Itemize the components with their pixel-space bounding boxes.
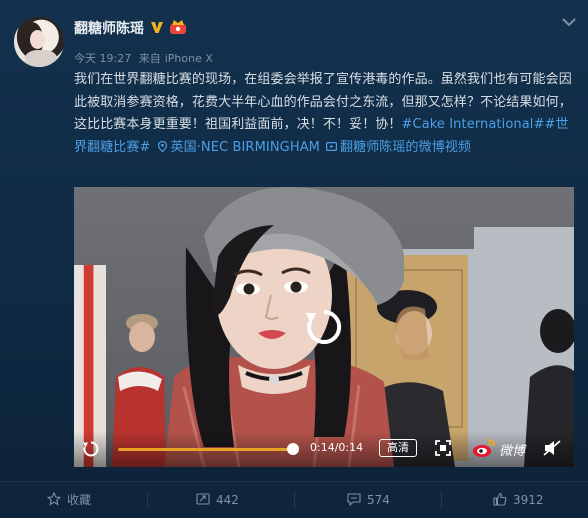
replay-icon[interactable] [303, 306, 345, 348]
quality-button[interactable]: 高清 [379, 439, 417, 457]
post-time[interactable]: 今天 19:27 [74, 52, 131, 65]
progress-bar[interactable] [118, 448, 294, 451]
post-body: 我们在世界翻糖比赛的现场，在组委会举报了宣传港毒的作品。虽然我们也有可能会因此被… [74, 69, 574, 159]
comment-count: 574 [367, 493, 390, 507]
divider [294, 492, 295, 508]
avatar[interactable] [14, 17, 64, 67]
comment-button[interactable]: 574 [347, 482, 390, 518]
action-bar: 收藏 442 574 3912 [0, 481, 588, 518]
video-player[interactable]: 0:14/0:14 高清 微博 [74, 187, 574, 467]
star-icon [46, 491, 62, 506]
divider [441, 492, 442, 508]
repost-button[interactable]: 442 [196, 482, 239, 518]
progress-knob[interactable] [287, 443, 299, 455]
hashtag-cake-international[interactable]: #Cake International# [402, 117, 545, 132]
post-meta: 今天 19:27 来自 iPhone X [74, 50, 217, 66]
video-controls: 0:14/0:14 高清 微博 [74, 431, 574, 467]
video-main-subject [164, 187, 404, 467]
location-pin-icon [157, 140, 167, 152]
divider [147, 492, 148, 508]
video-time: 0:14/0:14 [310, 441, 364, 454]
weibo-post-card: 翻糖师陈瑶 今天 19:27 来自 iPhone X 我们在世界翻糖比赛的现场，在… [0, 0, 588, 518]
repost-icon [196, 493, 210, 505]
post-source[interactable]: iPhone X [165, 52, 213, 65]
avatar-body [25, 50, 57, 67]
favorite-button[interactable]: 收藏 [46, 482, 92, 518]
video-link[interactable]: 翻糖师陈瑶的微博视频 [340, 140, 471, 155]
favorite-label: 收藏 [67, 493, 92, 507]
post-source-prefix: 来自 [138, 52, 161, 65]
comment-icon [347, 493, 361, 507]
video-link-icon [326, 141, 337, 151]
thumbs-up-icon [493, 492, 507, 506]
repost-count: 442 [216, 493, 239, 507]
location-link[interactable]: 英国·NEC BIRMINGHAM [171, 140, 321, 155]
like-button[interactable]: 3912 [493, 482, 544, 518]
avatar-face [30, 30, 45, 49]
verified-v-icon [151, 22, 163, 33]
mute-icon[interactable] [543, 440, 561, 456]
weibo-logo-icon [473, 439, 495, 457]
vip-crown-icon [170, 20, 186, 34]
chevron-down-icon[interactable] [561, 16, 577, 28]
username[interactable]: 翻糖师陈瑶 [74, 18, 144, 38]
replay-small-icon[interactable] [82, 440, 100, 458]
fullscreen-icon[interactable] [435, 440, 451, 456]
weibo-brand: 微博 [499, 444, 526, 459]
like-count: 3912 [513, 493, 544, 507]
